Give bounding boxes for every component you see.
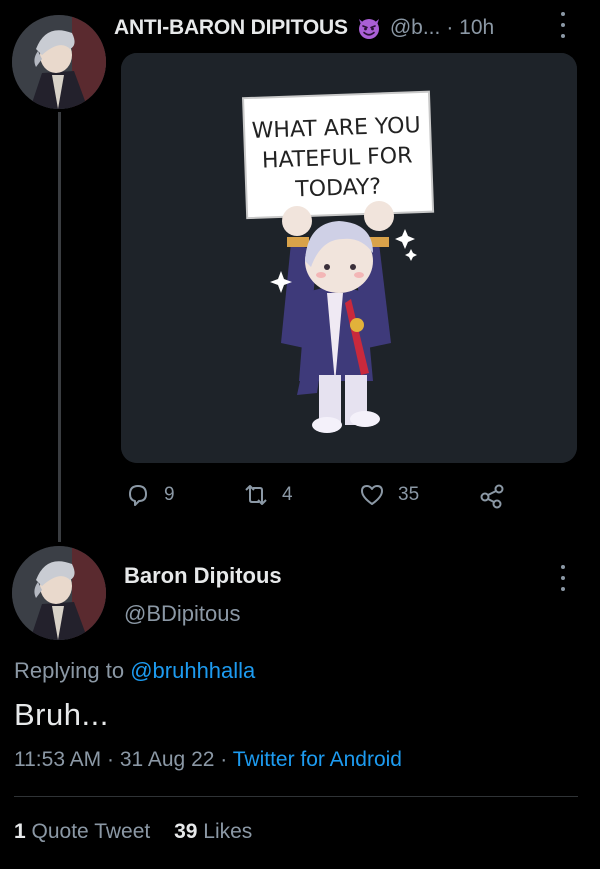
likes-count: 39 bbox=[174, 820, 198, 843]
author-name[interactable]: ANTI-BARON DIPITOUS bbox=[114, 16, 348, 40]
tweet-header: ANTI-BARON DIPITOUS @b... · 10h bbox=[114, 12, 494, 44]
replying-to-line: Replying to @bruhhhalla bbox=[14, 658, 255, 684]
author-avatar[interactable] bbox=[12, 15, 106, 109]
reply-more-options-icon[interactable] bbox=[559, 565, 567, 591]
reply-text: Bruh... bbox=[14, 697, 109, 732]
reply-meta: 11:53 AM · 31 Aug 22 · Twitter for Andro… bbox=[14, 748, 402, 772]
likes-label: Likes bbox=[203, 820, 253, 843]
reply-stats: 1 Quote Tweet 39 Likes bbox=[14, 820, 270, 844]
smiling-imp-emoji-icon bbox=[358, 19, 379, 39]
thread-connector-line bbox=[58, 112, 61, 542]
author-handle[interactable]: @b... bbox=[390, 16, 441, 40]
reply-author-name[interactable]: Baron Dipitous bbox=[124, 563, 282, 589]
like-count: 35 bbox=[398, 484, 420, 505]
reply-timestamp[interactable]: 11:53 AM · 31 Aug 22 · bbox=[14, 748, 227, 771]
reply-author-avatar[interactable] bbox=[12, 546, 106, 640]
sign-line-3: TODAY? bbox=[294, 174, 382, 202]
retweet-count: 4 bbox=[282, 484, 293, 505]
reply-count: 9 bbox=[164, 484, 175, 505]
quote-count: 1 bbox=[14, 820, 26, 843]
retweet-button[interactable]: 4 bbox=[242, 478, 293, 512]
share-button[interactable] bbox=[478, 478, 506, 512]
tweet-time[interactable]: · 10h bbox=[446, 16, 494, 40]
heart-icon bbox=[361, 485, 383, 505]
reply-author-handle[interactable]: @BDipitous bbox=[124, 601, 241, 627]
reply-button[interactable]: 9 bbox=[124, 478, 175, 512]
tweet-media-image[interactable]: WHAT ARE YOU HATEFUL FOR TODAY? bbox=[121, 53, 577, 463]
quote-tweets-stat[interactable]: 1 Quote Tweet bbox=[14, 820, 150, 844]
avatar-image bbox=[12, 15, 106, 109]
more-options-icon[interactable] bbox=[559, 12, 567, 38]
retweet-icon bbox=[245, 485, 267, 505]
sign-line-2: HATEFUL FOR bbox=[262, 143, 413, 173]
chibi-sign-illustration: WHAT ARE YOU HATEFUL FOR TODAY? bbox=[121, 53, 577, 463]
likes-stat[interactable]: 39 Likes bbox=[174, 820, 252, 844]
avatar-image bbox=[12, 546, 106, 640]
divider bbox=[14, 796, 578, 797]
replying-prefix: Replying to bbox=[14, 658, 125, 683]
replying-to-link[interactable]: @bruhhhalla bbox=[130, 658, 255, 683]
reply-client-link[interactable]: Twitter for Android bbox=[233, 748, 402, 771]
reply-bubble-icon bbox=[129, 485, 147, 506]
like-button[interactable]: 35 bbox=[358, 478, 419, 512]
quote-label: Quote Tweet bbox=[31, 820, 151, 843]
share-icon bbox=[480, 484, 504, 509]
